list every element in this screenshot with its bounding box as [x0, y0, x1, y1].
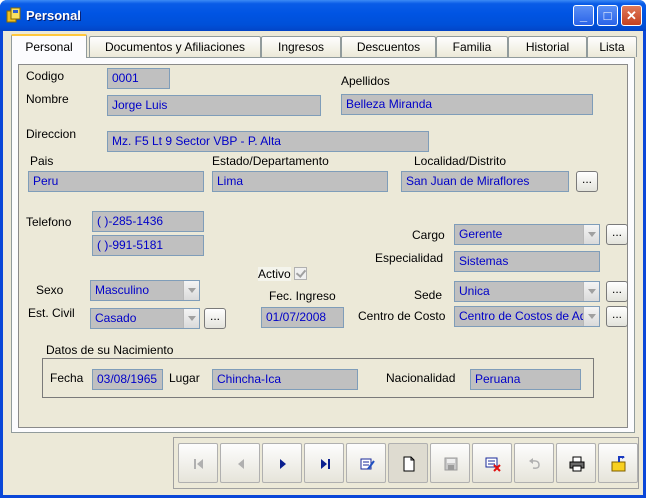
minimize-button[interactable]: _: [573, 5, 594, 26]
maximize-button[interactable]: □: [597, 5, 618, 26]
nacionalidad-field[interactable]: Peruana: [470, 369, 581, 390]
first-record-button[interactable]: [178, 443, 218, 483]
direccion-label: Direccion: [26, 127, 77, 141]
tab-lista[interactable]: Lista: [587, 36, 637, 57]
new-record-button[interactable]: [388, 443, 428, 483]
cargo-browse-button[interactable]: ...: [606, 224, 628, 245]
next-icon: [280, 459, 286, 469]
chevron-down-icon: [183, 309, 199, 328]
undo-button[interactable]: [514, 443, 554, 483]
localidad-label: Localidad/Distrito: [414, 154, 507, 168]
tab-descuentos[interactable]: Descuentos: [341, 36, 436, 57]
estado-field[interactable]: Lima: [212, 171, 388, 192]
sede-value: Unica: [459, 284, 490, 298]
sede-browse-button[interactable]: ...: [606, 281, 628, 302]
tab-panel-personal: Codigo 0001 Nombre Jorge Luis Apellidos …: [11, 57, 635, 433]
fecha-label: Fecha: [50, 371, 84, 385]
nacionalidad-label: Nacionalidad: [386, 371, 456, 385]
cargo-label: Cargo: [412, 228, 445, 242]
exit-button[interactable]: [598, 443, 638, 483]
codigo-field[interactable]: 0001: [107, 68, 170, 89]
tab-ingresos[interactable]: Ingresos: [261, 36, 341, 57]
close-button[interactable]: ✕: [621, 5, 642, 26]
sexo-select[interactable]: Masculino: [90, 280, 200, 301]
tab-documentos[interactable]: Documentos y Afiliaciones: [89, 36, 261, 57]
record-toolbar: [173, 437, 639, 489]
sexo-value: Masculino: [95, 283, 150, 297]
new-icon: [403, 456, 415, 472]
est-civil-value: Casado: [95, 311, 137, 325]
fec-ingreso-label: Fec. Ingreso: [269, 289, 336, 303]
delete-record-button[interactable]: [472, 443, 512, 483]
edit-icon: [360, 458, 375, 470]
sede-label: Sede: [414, 288, 443, 302]
especialidad-label: Especialidad: [375, 251, 444, 265]
nacimiento-group-title: Datos de su Nacimiento: [43, 343, 177, 357]
nombre-field[interactable]: Jorge Luis: [107, 95, 321, 116]
fec-ingreso-field[interactable]: 01/07/2008: [261, 307, 344, 328]
est-civil-label: Est. Civil: [28, 306, 75, 320]
previous-record-button[interactable]: [220, 443, 260, 483]
telefono1-field[interactable]: ( )-285-1436: [92, 211, 204, 232]
print-icon: [569, 456, 585, 472]
activo-label: Activo: [258, 267, 291, 281]
centro-costo-value: Centro de Costos de Ad: [459, 309, 587, 323]
cargo-select[interactable]: Gerente: [454, 224, 600, 245]
edit-record-button[interactable]: [346, 443, 386, 483]
activo-checkbox[interactable]: [294, 267, 307, 280]
direccion-field[interactable]: Mz. F5 Lt 9 Sector VBP - P. Alta: [107, 131, 429, 152]
fecha-nacimiento-field[interactable]: 03/08/1965: [92, 369, 163, 390]
est-civil-select[interactable]: Casado: [90, 308, 200, 329]
cargo-value: Gerente: [459, 227, 503, 241]
sede-select[interactable]: Unica: [454, 281, 600, 302]
lugar-field[interactable]: Chincha-Ica: [212, 369, 358, 390]
title-bar: Personal _ □ ✕: [0, 0, 646, 31]
next-record-button[interactable]: [262, 443, 302, 483]
tab-historial[interactable]: Historial: [508, 36, 587, 57]
chevron-down-icon: [583, 282, 599, 301]
pais-field[interactable]: Peru: [28, 171, 204, 192]
especialidad-field[interactable]: Sistemas: [454, 251, 600, 272]
chevron-down-icon: [583, 307, 599, 326]
apellidos-label: Apellidos: [341, 74, 390, 88]
personal-form: Codigo 0001 Nombre Jorge Luis Apellidos …: [18, 64, 628, 428]
client-area: Personal Documentos y Afiliaciones Ingre…: [3, 31, 643, 495]
centro-costo-browse-button[interactable]: ...: [606, 306, 628, 327]
save-icon: [444, 457, 458, 471]
centro-costo-select[interactable]: Centro de Costos de Ad: [454, 306, 600, 327]
centro-costo-label: Centro de Costo: [358, 309, 446, 323]
chevron-down-icon: [183, 281, 199, 300]
lugar-label: Lugar: [169, 371, 200, 385]
codigo-label: Codigo: [26, 69, 65, 83]
tab-personal[interactable]: Personal: [11, 34, 87, 58]
localidad-browse-button[interactable]: ...: [576, 171, 598, 192]
pais-label: Pais: [30, 154, 54, 168]
tab-familia[interactable]: Familia: [436, 36, 508, 57]
telefono-label: Telefono: [26, 215, 72, 229]
window-title: Personal: [26, 8, 81, 23]
delete-icon: [485, 457, 501, 472]
nacimiento-group: Datos de su Nacimiento Fecha 03/08/1965 …: [42, 343, 594, 398]
undo-icon: [529, 458, 540, 469]
last-record-button[interactable]: [304, 443, 344, 483]
sexo-label: Sexo: [36, 283, 64, 297]
apellidos-field[interactable]: Belleza Miranda: [341, 94, 593, 115]
first-icon: [194, 459, 203, 469]
estado-label: Estado/Departamento: [212, 154, 329, 168]
app-icon: [6, 7, 21, 23]
est-civil-browse-button[interactable]: ...: [204, 308, 226, 329]
print-button[interactable]: [556, 443, 596, 483]
save-record-button[interactable]: [430, 443, 470, 483]
chevron-down-icon: [583, 225, 599, 244]
exit-icon: [611, 456, 626, 472]
telefono2-field[interactable]: ( )-991-5181: [92, 235, 204, 256]
localidad-field[interactable]: San Juan de Miraflores: [401, 171, 569, 192]
personal-window: Personal _ □ ✕ Personal Documentos y Afi…: [0, 0, 646, 498]
last-icon: [321, 459, 330, 469]
previous-icon: [238, 459, 244, 469]
nombre-label: Nombre: [26, 92, 69, 106]
